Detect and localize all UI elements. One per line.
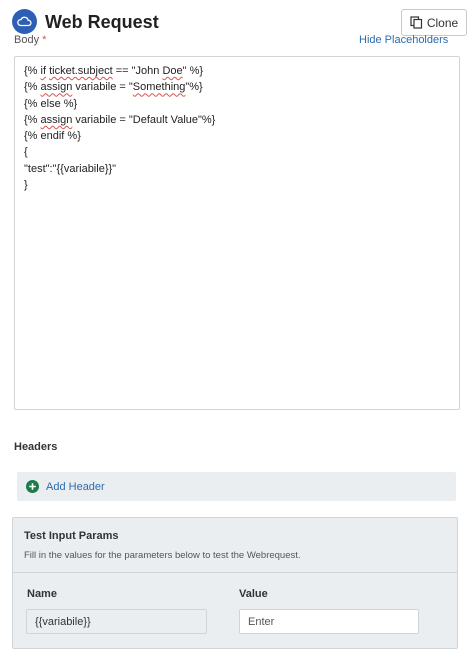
headers-title: Headers — [14, 441, 58, 453]
code-line-4: {% assign variabile = "Default Value"%} — [24, 113, 216, 126]
required-mark: * — [42, 34, 47, 46]
code-line-8: } — [24, 179, 28, 192]
copy-icon — [410, 16, 423, 29]
test-params-title: Test Input Params — [24, 530, 119, 542]
hide-placeholders-link[interactable]: Hide Placeholders — [359, 33, 448, 47]
body-editor[interactable]: {% if ticket.subject == "John Doe" %} {%… — [14, 56, 460, 410]
value-column-header: Value — [239, 588, 268, 600]
body-label-text: Body — [14, 34, 40, 46]
plus-circle-icon[interactable] — [26, 480, 39, 493]
test-params-subtitle: Fill in the values for the parameters be… — [24, 550, 301, 561]
body-label: Body * — [14, 33, 46, 47]
param-value-input[interactable] — [239, 609, 419, 634]
test-card-header: Test Input Params Fill in the values for… — [13, 518, 457, 573]
name-column-header: Name — [27, 588, 57, 600]
code-line-5: {% endif %} — [24, 130, 81, 143]
page-title: Web Request — [45, 12, 159, 32]
code-line-2: {% assign variabile = "Something"%} — [24, 81, 203, 94]
cloud-logo-icon — [12, 9, 37, 34]
clone-button-label: Clone — [426, 15, 459, 30]
test-input-params-card: Test Input Params Fill in the values for… — [12, 517, 458, 649]
code-line-3: {% else %} — [24, 97, 78, 110]
add-header-link[interactable]: Add Header — [46, 481, 105, 493]
clone-button[interactable]: Clone — [401, 9, 467, 36]
code-line-1: {% if ticket.subject == "John Doe" %} — [24, 65, 204, 77]
code-line-6: { — [24, 146, 28, 159]
code-line-7: "test":"{{variabile}}" — [24, 162, 117, 175]
param-name-field: {{variabile}} — [26, 609, 207, 634]
headers-panel: Add Header — [17, 472, 456, 501]
